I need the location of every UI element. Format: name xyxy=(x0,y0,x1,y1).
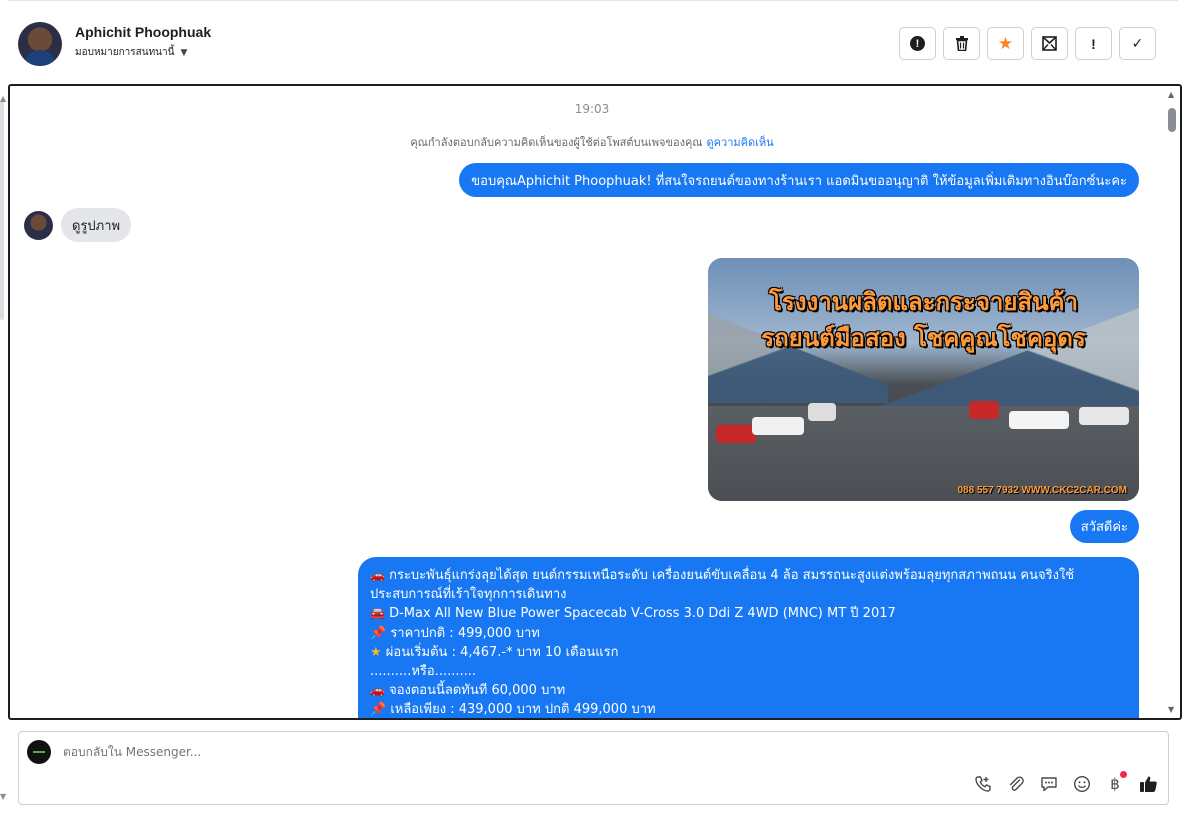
payment-button[interactable]: ฿ xyxy=(1105,771,1127,794)
avatar[interactable] xyxy=(18,22,62,66)
offer-line: 🚘 D-Max All New Blue Power Spacecab V-Cr… xyxy=(370,604,1127,623)
mark-unread-button[interactable] xyxy=(1031,27,1068,60)
header-actions: ! ★ ! ✓ xyxy=(899,27,1156,60)
offer-line-text: กระบะพันธุ์แกร่งลุยได้สุด ยนต์กรรมเหนือร… xyxy=(370,568,1075,603)
offer-line: ..........หรือ.......... xyxy=(370,662,1127,681)
caret-down-icon: ▼ xyxy=(180,47,188,58)
offer-line-text: D-Max All New Blue Power Spacecab V-Cros… xyxy=(389,606,896,622)
phone-icon xyxy=(975,776,991,792)
photo-car xyxy=(1009,411,1069,429)
check-icon: ✓ xyxy=(1131,35,1144,52)
pin-icon: 📌 xyxy=(370,625,387,641)
photo-car xyxy=(716,425,756,443)
left-scrollbar[interactable] xyxy=(0,100,4,320)
inbox-window: ▲ Aphichit Phoophuak มอบหมายการสนทนานี้ … xyxy=(0,0,1185,819)
notification-dot xyxy=(1120,771,1127,778)
view-comment-link[interactable]: ดูความคิดเห็น xyxy=(707,136,774,149)
attach-button[interactable] xyxy=(1006,774,1026,794)
photo-car xyxy=(752,417,804,435)
exclamation-icon: ! xyxy=(1091,35,1096,52)
emoji-icon xyxy=(1073,775,1091,793)
photo-title-line-2: รถยนต์มือสอง โชคคูณโชคอุดร xyxy=(761,323,1086,352)
offer-line: 🚗 กระบะพันธุ์แกร่งลุยได้สุด ยนต์กรรมเหนื… xyxy=(370,566,1127,604)
photo-contact: 088 557 7932 WWW.CKC2CAR.COM xyxy=(957,485,1128,496)
emoji-button[interactable] xyxy=(1072,774,1092,794)
page-avatar xyxy=(27,740,51,764)
phone-button[interactable] xyxy=(973,774,993,794)
offer-line-text: ราคาปกติ : 499,000 บาท xyxy=(390,625,540,641)
star-icon: ★ xyxy=(997,33,1014,54)
offer-line-text: ผ่อนเริ่มต้น : 4,467.-* บาท 10 เดือนแรก xyxy=(385,644,619,660)
offer-line: 🚗 จองตอนนี้ลดทันที 60,000 บาท xyxy=(370,681,1127,700)
offer-line-text: เหลือเพียง : 439,000 บาท ปกติ 499,000 บา… xyxy=(390,702,656,718)
done-button[interactable]: ✓ xyxy=(1119,27,1156,60)
photo-title-line-1: โรงงานผลิตและกระจายสินค้า xyxy=(768,287,1079,316)
thread-scrollbar[interactable]: ▲ ▼ xyxy=(1166,86,1178,718)
message-thread[interactable]: 19:03 คุณกำลังตอบกลับความคิดเห็นของผู้ใช… xyxy=(8,84,1182,720)
delete-button[interactable] xyxy=(943,27,980,60)
outgoing-car-offer-message[interactable]: 🚗 กระบะพันธุ์แกร่งลุยได้สุด ยนต์กรรมเหนื… xyxy=(358,557,1139,718)
left-scroll-down-icon[interactable]: ▼ xyxy=(0,792,6,801)
assign-label: มอบหมายการสนทนานี้ xyxy=(75,47,175,58)
car-icon: 🚗 xyxy=(370,683,385,698)
message-timestamp: 19:03 xyxy=(574,102,610,116)
scroll-up-icon[interactable]: ▲ xyxy=(1168,90,1174,99)
reply-context-note: คุณกำลังตอบกลับความคิดเห็นของผู้ใช้ต่อโพ… xyxy=(10,133,1174,151)
spam-button[interactable]: ! xyxy=(899,27,936,60)
offer-line: ★ ผ่อนเริ่มต้น : 4,467.-* บาท 10 เดือนแร… xyxy=(370,643,1127,662)
message-input[interactable] xyxy=(63,745,663,759)
outgoing-message[interactable]: สวัสดีค่ะ xyxy=(1069,510,1139,543)
like-icon xyxy=(1139,776,1157,792)
outgoing-message[interactable]: ขอบคุณAphichit Phoophuak! ที่สนใจรถยนต์ข… xyxy=(459,163,1139,197)
offer-line: 📌 ราคาปกติ : 499,000 บาท xyxy=(370,624,1127,643)
photo-car xyxy=(969,401,999,419)
saved-replies-button[interactable] xyxy=(1039,774,1059,794)
reply-composer: ฿ xyxy=(18,731,1169,805)
offer-line-text: ..........หรือ.......... xyxy=(370,664,477,680)
trash-icon xyxy=(955,36,968,51)
left-scroll-up-icon[interactable]: ▲ xyxy=(0,94,6,103)
offer-line: 📌 เหลือเพียง : 439,000 บาท ปกติ 499,000 … xyxy=(370,700,1127,718)
offer-line-text: จองตอนนี้ลดทันที 60,000 บาท xyxy=(389,683,566,699)
incoming-message-row: ดูรูปภาพ xyxy=(24,208,132,242)
sender-avatar[interactable] xyxy=(24,210,53,240)
assign-conversation-dropdown[interactable]: มอบหมายการสนทนานี้ ▼ xyxy=(75,45,187,60)
star-icon: ★ xyxy=(370,644,382,660)
pin-icon: 📌 xyxy=(370,702,387,718)
scroll-down-icon[interactable]: ▼ xyxy=(1168,705,1174,714)
conversation-header: Aphichit Phoophuak มอบหมายการสนทนานี้ ▼ … xyxy=(8,0,1178,84)
saved-reply-icon xyxy=(1041,777,1057,792)
reply-note-text: คุณกำลังตอบกลับความคิดเห็นของผู้ใช้ต่อโพ… xyxy=(410,136,703,149)
like-button[interactable] xyxy=(1138,774,1158,794)
shared-photo[interactable]: โรงงานผลิตและกระจายสินค้า รถยนต์มือสอง โ… xyxy=(708,258,1139,501)
paperclip-icon xyxy=(1009,776,1024,791)
user-name[interactable]: Aphichit Phoophuak xyxy=(75,24,211,40)
alert-circle-icon: ! xyxy=(910,36,925,51)
photo-car xyxy=(808,403,836,421)
incoming-message[interactable]: ดูรูปภาพ xyxy=(61,208,132,242)
scroll-thumb[interactable] xyxy=(1168,108,1176,132)
star-button[interactable]: ★ xyxy=(987,27,1024,60)
envelope-icon xyxy=(1042,36,1057,51)
car-icon: 🚘 xyxy=(370,606,385,621)
photo-car xyxy=(1079,407,1129,425)
car-icon: 🚗 xyxy=(370,568,385,582)
composer-tools: ฿ xyxy=(973,771,1158,794)
follow-up-button[interactable]: ! xyxy=(1075,27,1112,60)
baht-icon: ฿ xyxy=(1110,775,1120,793)
